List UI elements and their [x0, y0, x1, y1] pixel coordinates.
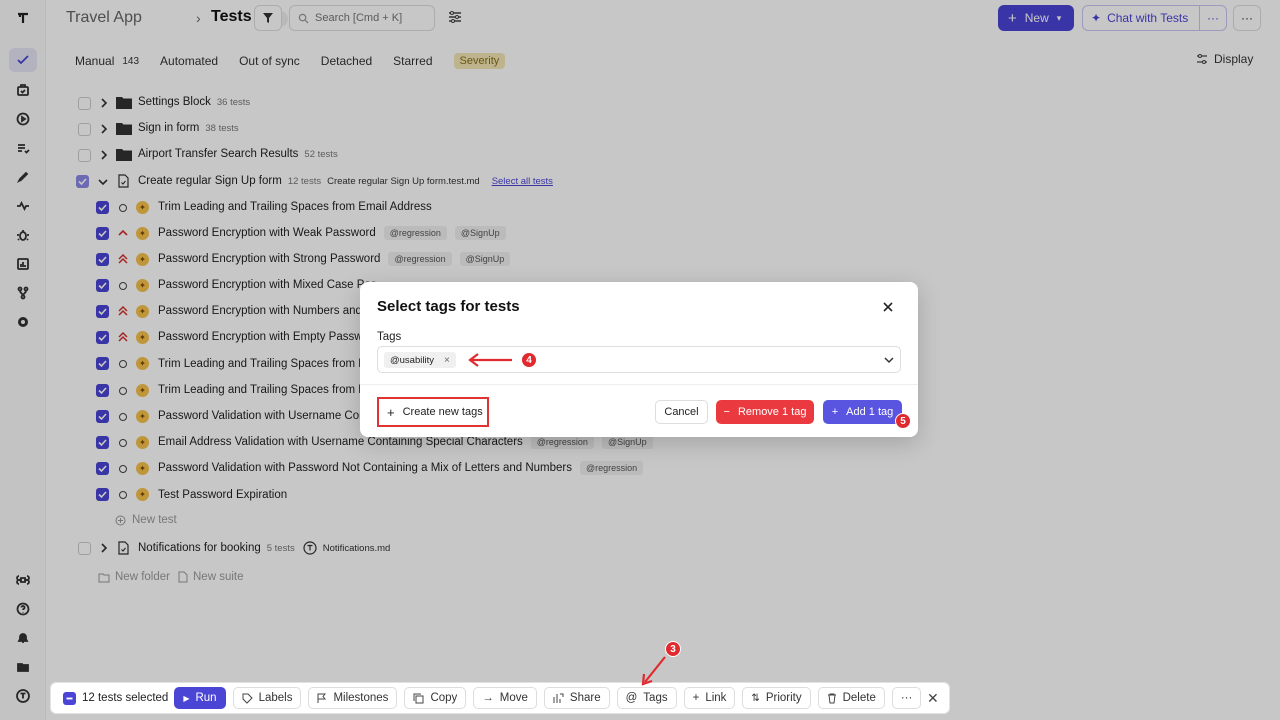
annotation-badge-4: 4 — [521, 352, 537, 368]
annotation-badge-3: 3 — [665, 641, 681, 657]
annotation-badge-5: 5 — [895, 413, 911, 429]
annotation-arrow-3 — [644, 656, 666, 683]
annotation-layer — [468, 353, 666, 686]
